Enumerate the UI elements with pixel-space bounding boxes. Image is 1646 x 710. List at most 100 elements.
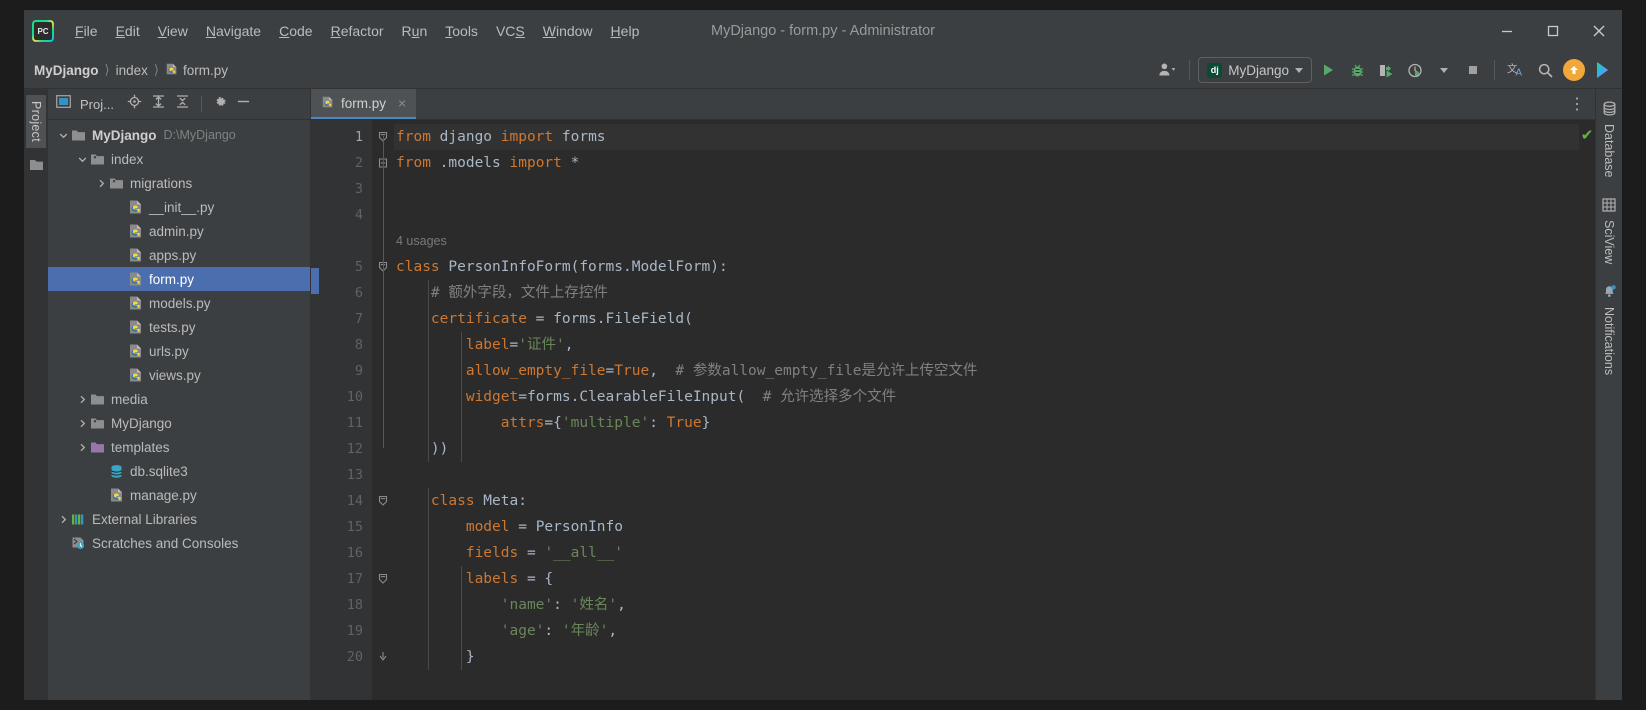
tree-item-views-py[interactable]: views.py	[48, 363, 310, 387]
chevron-right-icon[interactable]	[56, 515, 70, 524]
tree-item--init-py[interactable]: __init__.py	[48, 195, 310, 219]
account-button[interactable]	[1155, 57, 1181, 83]
sidebar-item-database[interactable]: Database	[1600, 95, 1619, 192]
sidebar-item-project[interactable]: Project	[26, 95, 46, 149]
code-line[interactable]: attrs={'multiple': True}	[394, 410, 1579, 436]
code-line[interactable]: ))	[394, 436, 1579, 462]
usages-inlay-hint[interactable]: 4 usages	[394, 228, 1579, 254]
menu-tools[interactable]: Tools	[436, 19, 487, 43]
fold-end-icon[interactable]	[372, 644, 394, 670]
run-button[interactable]	[1315, 57, 1341, 83]
fold-collapse-icon[interactable]	[372, 488, 394, 514]
breadcrumb-item-file[interactable]: form.py	[165, 62, 228, 79]
translate-icon[interactable]: 文 A	[1503, 57, 1529, 83]
search-icon[interactable]	[1532, 57, 1558, 83]
tree-item-models-py[interactable]: models.py	[48, 291, 310, 315]
inspection-strip[interactable]: ✔	[1579, 120, 1595, 700]
tree-item-manage-py[interactable]: manage.py	[48, 483, 310, 507]
code-line[interactable]: allow_empty_file=True, # 参数allow_empty_f…	[394, 358, 1579, 384]
structure-folder-icon[interactable]	[29, 158, 44, 176]
run-with-coverage-button[interactable]	[1373, 57, 1399, 83]
chevron-down-icon[interactable]	[75, 155, 89, 164]
code-line[interactable]: }	[394, 644, 1579, 670]
locate-file-icon[interactable]	[127, 94, 142, 114]
ide-assistant-icon[interactable]	[1590, 57, 1616, 83]
code-line[interactable]: model = PersonInfo	[394, 514, 1579, 540]
tree-item-mydjango[interactable]: MyDjango D:\MyDjango	[48, 123, 310, 147]
profile-dropdown-icon[interactable]	[1431, 57, 1457, 83]
menu-refactor[interactable]: Refactor	[322, 19, 393, 43]
code-line[interactable]: 'age': '年龄',	[394, 618, 1579, 644]
tree-item-db-sqlite3[interactable]: db.sqlite3	[48, 459, 310, 483]
menu-vcs[interactable]: VCS	[487, 19, 534, 43]
tree-item-label: migrations	[130, 175, 193, 191]
tree-item-admin-py[interactable]: admin.py	[48, 219, 310, 243]
menu-navigate[interactable]: Navigate	[197, 19, 270, 43]
chevron-down-icon[interactable]	[56, 131, 70, 140]
update-button[interactable]	[1561, 57, 1587, 83]
code-line[interactable]: labels = {	[394, 566, 1579, 592]
code-line[interactable]: certificate = forms.FileField(	[394, 306, 1579, 332]
code-line[interactable]: from django import forms	[394, 124, 1579, 150]
tree-item-scratches-and-consoles[interactable]: Scratches and Consoles	[48, 531, 310, 555]
sidebar-item-sciview[interactable]: SciView	[1600, 192, 1618, 278]
project-tree[interactable]: MyDjango D:\MyDjango index migrations __init…	[48, 120, 310, 700]
code-line[interactable]	[394, 462, 1579, 488]
pycharm-logo-icon	[32, 20, 54, 42]
line-number: 4	[354, 207, 363, 223]
code-line[interactable]: fields = '__all__'	[394, 540, 1579, 566]
menu-run[interactable]: Run	[393, 19, 437, 43]
editor-options-icon[interactable]: ⋮	[1559, 89, 1595, 119]
close-button[interactable]	[1576, 10, 1622, 52]
code-line[interactable]: label='证件',	[394, 332, 1579, 358]
breadcrumb-item-project[interactable]: MyDjango	[34, 63, 99, 78]
python-file-icon	[127, 247, 144, 263]
chevron-right-icon[interactable]	[94, 179, 108, 188]
tree-item-mydjango[interactable]: MyDjango	[48, 411, 310, 435]
code-line[interactable]: widget=forms.ClearableFileInput( # 允许选择多…	[394, 384, 1579, 410]
chevron-right-icon[interactable]	[75, 443, 89, 452]
tree-item-apps-py[interactable]: apps.py	[48, 243, 310, 267]
chevron-right-icon[interactable]	[75, 419, 89, 428]
menu-window[interactable]: Window	[534, 19, 602, 43]
menu-code[interactable]: Code	[270, 19, 321, 43]
tab-form-py[interactable]: form.py ×	[311, 89, 417, 119]
fold-collapse-icon[interactable]	[372, 566, 394, 592]
tree-item-tests-py[interactable]: tests.py	[48, 315, 310, 339]
close-icon[interactable]: ×	[398, 95, 406, 111]
code-line[interactable]: class PersonInfoForm(forms.ModelForm):	[394, 254, 1579, 280]
code-content[interactable]: from django import forms from .models imp…	[394, 120, 1579, 700]
tree-item-media[interactable]: media	[48, 387, 310, 411]
menu-edit[interactable]: Edit	[107, 19, 149, 43]
menu-file[interactable]: File	[66, 19, 107, 43]
code-line[interactable]: 'name': '姓名',	[394, 592, 1579, 618]
tree-item-index[interactable]: index	[48, 147, 310, 171]
stop-button[interactable]	[1460, 57, 1486, 83]
tree-item-urls-py[interactable]: urls.py	[48, 339, 310, 363]
collapse-all-icon[interactable]	[175, 94, 190, 114]
debug-button[interactable]	[1344, 57, 1370, 83]
menu-view[interactable]: View	[149, 19, 197, 43]
tree-item-migrations[interactable]: migrations	[48, 171, 310, 195]
profile-button[interactable]	[1402, 57, 1428, 83]
maximize-button[interactable]	[1530, 10, 1576, 52]
code-folding-gutter[interactable]	[372, 120, 394, 700]
run-configuration-selector[interactable]: dj MyDjango	[1198, 57, 1312, 83]
sidebar-item-notifications[interactable]: Notifications	[1600, 278, 1619, 389]
code-line[interactable]: from .models import *	[394, 150, 1579, 176]
code-line[interactable]: # 额外字段，文件上存控件	[394, 280, 1579, 306]
expand-all-icon[interactable]	[151, 94, 166, 114]
tree-item-external-libraries[interactable]: External Libraries	[48, 507, 310, 531]
chevron-right-icon[interactable]	[75, 395, 89, 404]
menu-help[interactable]: Help	[602, 19, 649, 43]
code-line[interactable]	[394, 176, 1579, 202]
gear-icon[interactable]	[213, 95, 227, 114]
code-line[interactable]: class Meta:	[394, 488, 1579, 514]
tree-item-templates[interactable]: templates	[48, 435, 310, 459]
code-line[interactable]	[394, 202, 1579, 228]
code-editor[interactable]: 1234 5 6 7 8 9 10 11 12 13 14 15 16 17 18 19 20 from dj…	[311, 120, 1595, 700]
minimize-button[interactable]	[1484, 10, 1530, 52]
tree-item-form-py[interactable]: form.py	[48, 267, 310, 291]
hide-panel-icon[interactable]	[236, 94, 251, 114]
breadcrumb-item-index[interactable]: index	[116, 63, 148, 78]
